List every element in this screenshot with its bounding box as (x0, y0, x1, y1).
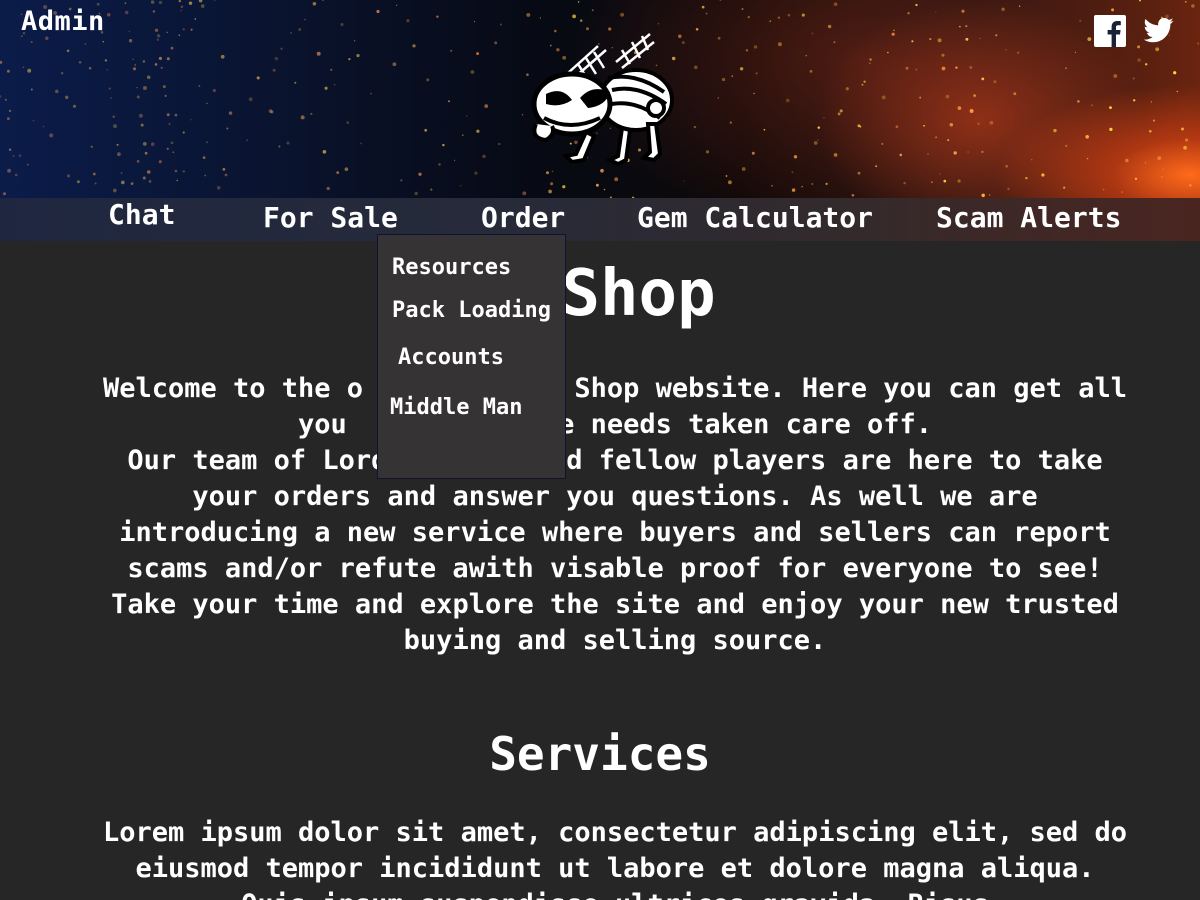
twitter-icon[interactable] (1142, 15, 1176, 45)
dropdown-item-middle-man[interactable]: Middle Man (390, 397, 522, 419)
dropdown-item-accounts[interactable]: Accounts (398, 347, 504, 369)
main-nav: Chat For Sale Order Gem Calculator Scam … (0, 198, 1200, 241)
page-title: s Shop (0, 262, 1200, 326)
dropdown-item-pack-loading[interactable]: Pack Loading (392, 300, 551, 322)
nav-item-chat[interactable]: Chat (108, 201, 175, 244)
nav-item-gem-calculator[interactable]: Gem Calculator (637, 204, 873, 247)
intro-paragraph: Welcome to the o os Shop website. Here y… (102, 373, 1144, 440)
nav-item-chat-label: Chat (108, 198, 176, 231)
nav-item-gem-calculator-label: Gem Calculator (637, 201, 874, 234)
hero-banner: Admin (0, 0, 1200, 198)
dropdown-item-resources[interactable]: Resources (392, 257, 511, 279)
nav-item-scam-alerts-label: Scam Alerts (936, 201, 1122, 234)
nav-item-order-label: Order (481, 201, 566, 234)
services-text: Lorem ipsum dolor sit amet, consectetur … (102, 817, 1128, 900)
bug-mascot-logo (531, 33, 674, 166)
nav-item-scam-alerts[interactable]: Scam Alerts (936, 204, 1121, 247)
admin-link[interactable]: Admin (21, 6, 105, 37)
intro-text: Welcome to the o os Shop website. Here y… (100, 371, 1130, 659)
intro-paragraph: Our team of Lord nd fellow players are h… (111, 445, 1136, 656)
facebook-icon[interactable] (1094, 15, 1126, 47)
order-dropdown-menu: Resources Pack Loading Accounts Middle M… (377, 234, 566, 479)
nav-item-for-sale-label: For Sale (263, 201, 398, 234)
services-heading: Services (489, 727, 711, 781)
